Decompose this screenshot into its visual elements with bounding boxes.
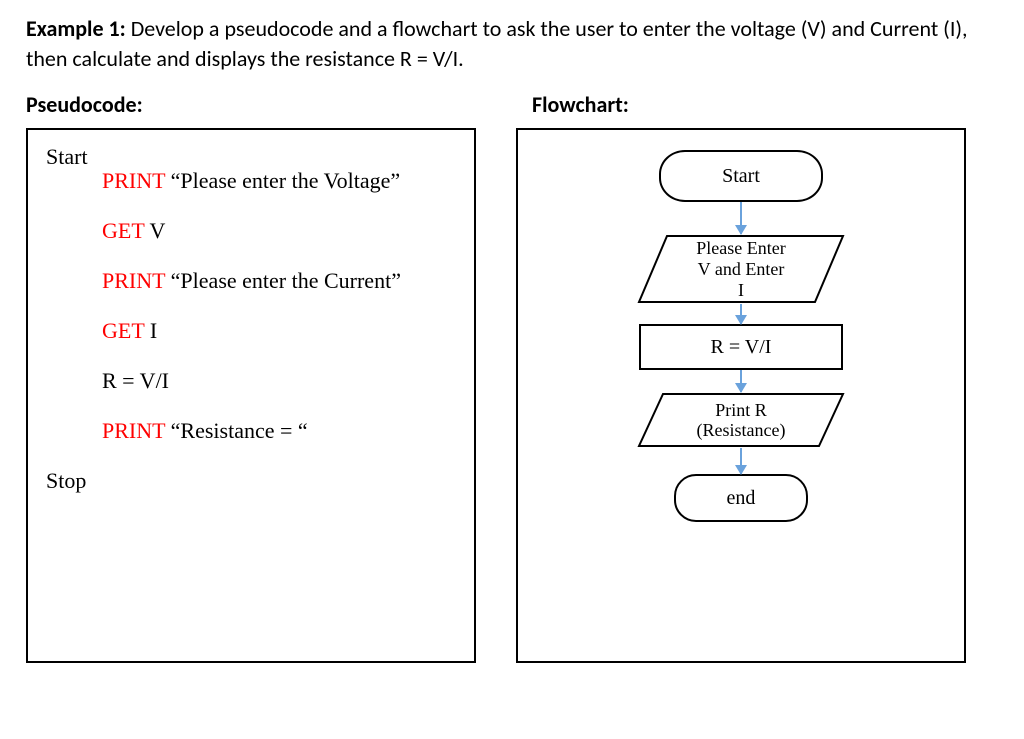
code-text: “Please enter the Current” — [165, 268, 401, 293]
pseudocode-stop: Stop — [46, 468, 456, 494]
code-text: V — [144, 218, 165, 243]
flow-arrow-icon — [740, 448, 742, 474]
flow-output-line1: Print R — [715, 400, 767, 420]
flow-input-text: Please Enter V and Enter I — [696, 238, 785, 300]
flow-arrow-icon — [740, 304, 742, 324]
flow-input-line2: V and Enter — [698, 259, 785, 279]
flow-process-box: R = V/I — [639, 324, 843, 370]
example-description: Develop a pseudocode and a flowchart to … — [26, 15, 968, 72]
pseudocode-line-1: PRINT “Please enter the Voltage” — [46, 168, 456, 194]
example-title: Example 1: Develop a pseudocode and a fl… — [26, 14, 998, 73]
pseudocode-line-3: PRINT “Please enter the Current” — [46, 268, 456, 294]
code-text: “Resistance = “ — [165, 418, 308, 443]
keyword: GET — [102, 218, 144, 243]
code-text: I — [144, 318, 157, 343]
keyword: PRINT — [102, 168, 165, 193]
flow-end-terminator: end — [674, 474, 808, 522]
flow-start-label: Start — [722, 165, 760, 188]
pseudocode-panel: Start PRINT “Please enter the Voltage” G… — [26, 128, 476, 663]
flow-input-line1: Please Enter — [696, 238, 785, 258]
flow-input-line3: I — [738, 280, 744, 300]
pseudocode-start: Start — [46, 144, 456, 170]
pseudocode-line-2: GET V — [46, 218, 456, 244]
page: Example 1: Develop a pseudocode and a fl… — [0, 0, 1024, 739]
code-text: “Please enter the Voltage” — [165, 168, 400, 193]
flow-input-parallelogram: Please Enter V and Enter I — [637, 234, 845, 304]
columns: Start PRINT “Please enter the Voltage” G… — [26, 128, 998, 663]
flowchart-heading: Flowchart: — [532, 91, 998, 118]
flow-end-label: end — [727, 487, 756, 510]
flow-output-line2: (Resistance) — [697, 420, 786, 440]
example-label: Example 1: — [26, 15, 126, 42]
pseudocode-line-6: PRINT “Resistance = “ — [46, 418, 456, 444]
flow-output-parallelogram: Print R (Resistance) — [637, 392, 845, 448]
flow-arrow-icon — [740, 370, 742, 392]
keyword: PRINT — [102, 418, 165, 443]
flow-process-label: R = V/I — [711, 336, 772, 359]
keyword: PRINT — [102, 268, 165, 293]
section-headings-row: Pseudocode: Flowchart: — [26, 91, 998, 118]
pseudocode-line-4: GET I — [46, 318, 456, 344]
pseudocode-line-5: R = V/I — [46, 368, 456, 394]
pseudocode-heading: Pseudocode: — [26, 91, 492, 118]
keyword: GET — [102, 318, 144, 343]
code-text: R = V/I — [102, 368, 169, 393]
flow-output-text: Print R (Resistance) — [697, 400, 786, 441]
flow-arrow-icon — [740, 202, 742, 234]
flowchart-panel: Start Please Enter V and Enter I R = V/I — [516, 128, 966, 663]
flow-start-terminator: Start — [659, 150, 823, 202]
